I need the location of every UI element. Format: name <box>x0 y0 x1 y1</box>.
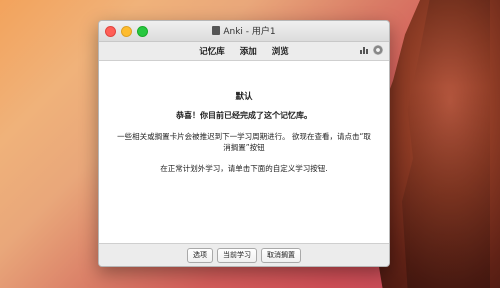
custom-study-button[interactable]: 当前学习 <box>217 247 257 263</box>
options-button[interactable]: 选项 <box>187 247 213 263</box>
congrats-message: 恭喜！你目前已经完成了这个记忆库。 <box>176 111 312 120</box>
toolbar-add-link[interactable]: 添加 <box>240 47 257 57</box>
anki-window: Anki - 用户1 记忆库 添加 浏览 默认 恭喜！你目前已经完成了这个记忆库… <box>98 20 390 267</box>
unbury-button[interactable]: 取消搁置 <box>261 247 301 263</box>
title-bar[interactable]: Anki - 用户1 <box>99 21 389 42</box>
top-toolbar: 记忆库 添加 浏览 <box>99 42 389 61</box>
anki-app-icon <box>212 26 221 35</box>
deck-title: 默认 <box>235 92 253 102</box>
buried-info-line-1: 一些相关或搁置卡片会被推迟到下一学习周期进行。 欲现在查看，请点击“取 <box>117 132 371 141</box>
toolbar-browse-link[interactable]: 浏览 <box>272 47 289 57</box>
window-title: Anki - 用户1 <box>99 24 389 37</box>
window-title-text: Anki - 用户1 <box>223 27 276 37</box>
overview-panel: 默认 恭喜！你目前已经完成了这个记忆库。 一些相关或搁置卡片会被推迟到下一学习周… <box>99 61 389 244</box>
custom-study-info: 在正常计划外学习，请单击下面的自定义学习按钮. <box>160 164 328 173</box>
buried-cards-info: 一些相关或搁置卡片会被推迟到下一学习周期进行。 欲现在查看，请点击“取 消搁置”… <box>109 131 379 153</box>
buried-info-line-2: 消搁置”按钮 <box>223 143 265 152</box>
gear-icon[interactable] <box>373 45 383 55</box>
bottom-button-bar: 选项 当前学习 取消搁置 <box>99 243 389 266</box>
toolbar-icons <box>359 45 383 55</box>
toolbar-links: 记忆库 添加 浏览 <box>99 45 389 57</box>
toolbar-decks-link[interactable]: 记忆库 <box>199 47 225 57</box>
bar-chart-icon[interactable] <box>359 45 369 55</box>
